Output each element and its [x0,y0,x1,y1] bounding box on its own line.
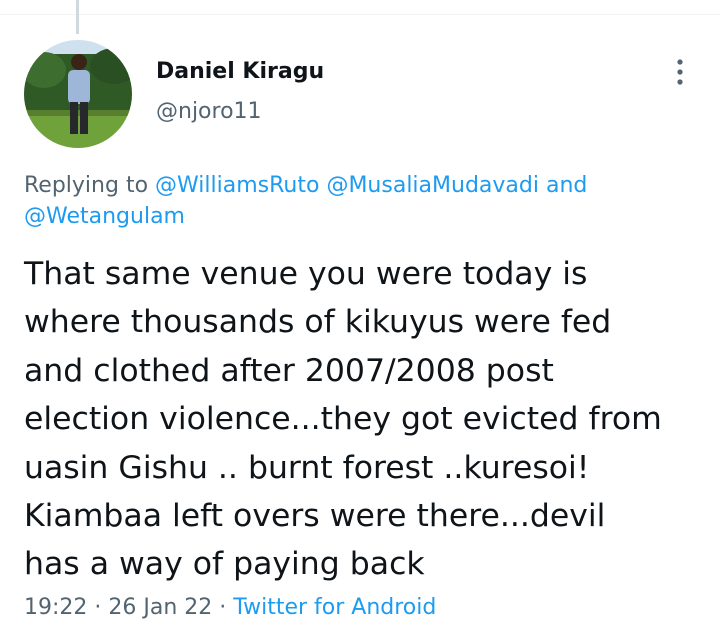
avatar-photo [24,40,132,148]
thread-connector-line [76,0,79,34]
tweet-metadata: 19:22 · 26 Jan 22 · Twitter for Android [24,592,436,624]
author-display-name[interactable]: Daniel Kiragu [156,56,324,88]
meta-separator: · [94,595,102,620]
replying-to-label: Replying to [24,173,149,198]
tweet-date[interactable]: 26 Jan 22 [108,595,212,620]
tweet-text-line: That same venue you were today is [24,256,588,292]
tweet-text: That same venue you were today is where … [24,250,709,589]
tweet-text-line: has a way of paying back [24,546,425,583]
tweet-text-line: election violence...they got evicted fro… [24,401,662,438]
mention-conjunction[interactable]: and [546,173,587,198]
meta-separator: · [219,595,227,620]
top-divider [0,14,720,15]
mention-link[interactable]: @WilliamsRuto [155,173,319,198]
tweet-text-line: and clothed after 2007/2008 post [24,352,554,389]
tweet-text-line: where thousands of kikuyus were fed [24,304,612,341]
replying-to: Replying to @WilliamsRuto @MusaliaMudava… [24,170,664,232]
mention-link[interactable]: @Wetangulam [24,204,185,229]
avatar[interactable] [24,40,132,148]
more-vertical-icon [677,59,683,85]
tweet-source-link[interactable]: Twitter for Android [233,595,436,620]
more-options-button[interactable] [664,56,696,88]
tweet-author: Daniel Kiragu @njoro11 [156,56,324,128]
tweet-time[interactable]: 19:22 [24,595,87,620]
tweet-text-line: uasin Gishu .. burnt forest ..kuresoi! [24,449,590,486]
tweet-text-line: Kiambaa left overs were there...devil [24,498,606,535]
mention-link[interactable]: @MusaliaMudavadi [326,173,539,198]
author-handle[interactable]: @njoro11 [156,96,324,128]
